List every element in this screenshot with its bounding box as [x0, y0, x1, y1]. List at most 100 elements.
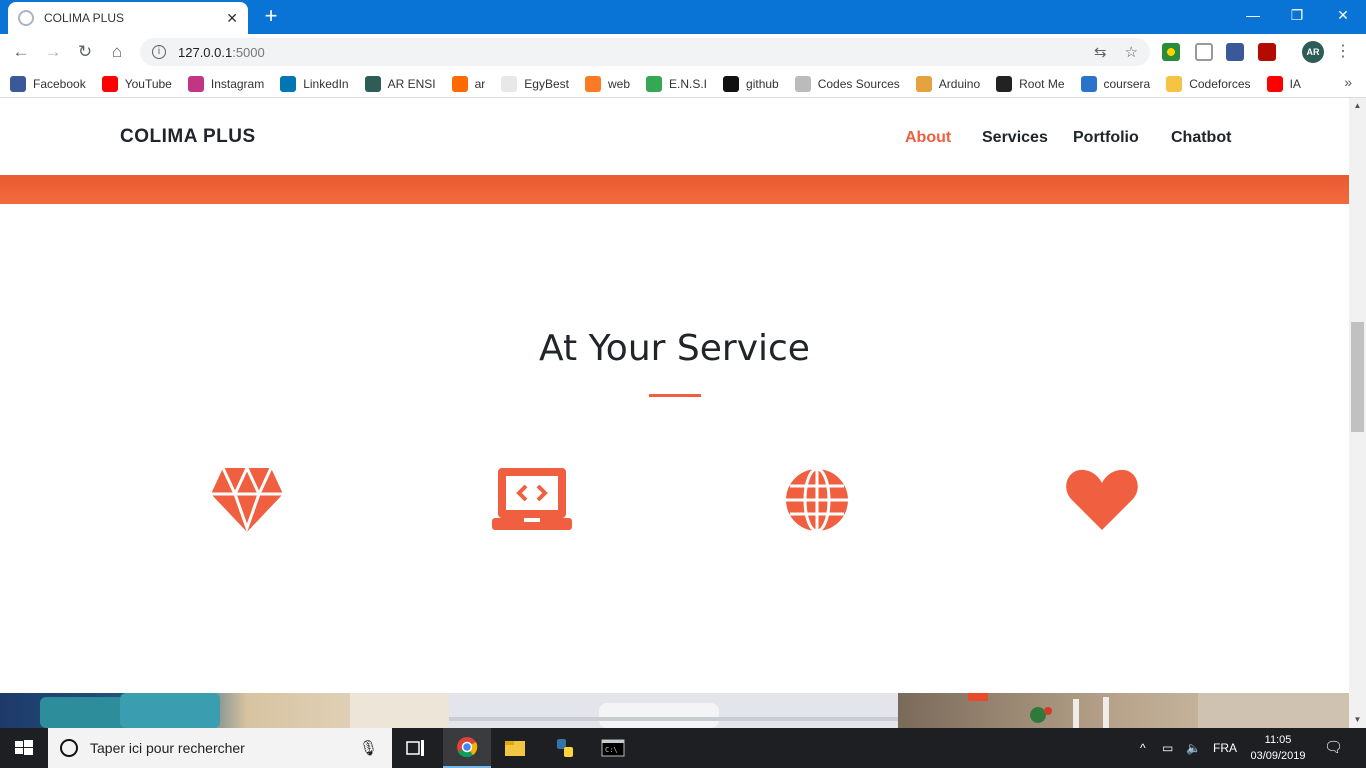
- scrollbar-thumb[interactable]: [1351, 322, 1364, 432]
- drive-icon: [646, 75, 662, 92]
- diamond-icon: [211, 466, 283, 533]
- bookmark-label: LinkedIn: [303, 76, 349, 91]
- bookmark-label: E.N.S.I: [669, 76, 708, 91]
- bookmark-label: Instagram: [210, 76, 265, 91]
- bookmark-item[interactable]: Arduino: [915, 75, 980, 92]
- extension-grid-icon[interactable]: [1195, 43, 1213, 61]
- youtube-icon: [1266, 75, 1283, 92]
- windows-start-icon[interactable]: [0, 728, 48, 768]
- translate-icon[interactable]: ⇆: [1094, 43, 1107, 61]
- home-icon[interactable]: ⌂: [105, 40, 129, 64]
- section-title: At Your Service: [539, 328, 810, 369]
- page-viewport: COLIMA PLUS About Services Portfolio Cha…: [0, 98, 1349, 728]
- restore-button[interactable]: ❐: [1274, 0, 1320, 30]
- taskbar-clock[interactable]: 11:05 03/09/2019: [1246, 732, 1310, 764]
- bookmark-item[interactable]: LinkedIn: [280, 75, 349, 92]
- taskbar-search-box[interactable]: Taper ici pour rechercher 🎙: [48, 728, 392, 768]
- bookmark-label: YouTube: [124, 76, 172, 91]
- more-bookmarks-icon[interactable]: »: [1344, 74, 1352, 90]
- nav-portfolio[interactable]: Portfolio: [1073, 129, 1139, 147]
- codes-sources-icon: [794, 75, 811, 92]
- bookmark-label: Root Me: [1019, 76, 1065, 91]
- address-bar[interactable]: i 127.0.0.1:5000 ⇆ ☆: [140, 38, 1150, 66]
- bookmarks-bar: Facebook YouTube Instagram LinkedIn AR ENSI a…: [0, 70, 1366, 98]
- bookmark-label: Codeforces: [1189, 76, 1251, 91]
- search-placeholder: Taper ici pour rechercher: [90, 740, 245, 756]
- bookmark-item[interactable]: EgyBest: [501, 75, 569, 92]
- bookmark-star-icon[interactable]: ☆: [1125, 43, 1138, 61]
- portfolio-image-2[interactable]: [449, 693, 898, 728]
- browser-menu-icon[interactable]: ⋮: [1335, 40, 1351, 64]
- bookmark-label: EgyBest: [524, 76, 569, 91]
- bookmark-item[interactable]: AR ENSI: [364, 75, 436, 92]
- language-indicator[interactable]: FRA: [1213, 728, 1237, 768]
- bookmark-item[interactable]: YouTube: [101, 75, 172, 92]
- task-view-icon[interactable]: [392, 728, 440, 768]
- extension-globe-icon[interactable]: [1162, 43, 1180, 61]
- laptop-code-icon: [492, 468, 572, 530]
- site-info-icon[interactable]: i: [152, 45, 166, 59]
- dining-table-image: [968, 693, 1349, 728]
- egybest-icon: [501, 75, 518, 92]
- site-brand[interactable]: COLIMA PLUS: [120, 126, 256, 148]
- hero-bottom-band: [0, 175, 1349, 204]
- clock-date: 03/09/2019: [1250, 750, 1306, 762]
- title-divider: [649, 394, 701, 397]
- github-icon: [723, 75, 740, 92]
- minimize-button[interactable]: —: [1230, 0, 1276, 30]
- url-text[interactable]: 127.0.0.1:5000: [178, 45, 1076, 60]
- heart-icon: [1066, 469, 1138, 530]
- notifications-icon[interactable]: 🗨: [1324, 728, 1343, 768]
- extension-pdf-icon[interactable]: [1258, 43, 1276, 61]
- bookmark-label: web: [607, 76, 630, 91]
- pillows-image: [40, 693, 449, 728]
- file-explorer-icon[interactable]: [491, 728, 539, 768]
- close-window-button[interactable]: ✕: [1320, 0, 1366, 30]
- battery-icon[interactable]: ▭: [1162, 728, 1173, 768]
- bookmark-item[interactable]: ar: [451, 75, 485, 92]
- bookmark-item[interactable]: Root Me: [996, 75, 1065, 92]
- tab-close-icon[interactable]: ✕: [226, 10, 238, 27]
- bookmark-item[interactable]: Codes Sources: [794, 75, 900, 92]
- chrome-icon[interactable]: [443, 728, 491, 768]
- cortana-icon[interactable]: [60, 739, 78, 757]
- xampp-icon: [584, 75, 601, 92]
- bookmark-item[interactable]: coursera: [1080, 75, 1150, 92]
- nav-chatbot[interactable]: Chatbot: [1171, 129, 1231, 147]
- nav-services[interactable]: Services: [982, 129, 1048, 147]
- youtube-icon: [101, 75, 118, 92]
- portfolio-image-1[interactable]: [0, 693, 449, 728]
- bookmark-item[interactable]: Facebook: [10, 75, 86, 92]
- forward-arrow-icon[interactable]: →: [41, 40, 65, 64]
- browser-tab[interactable]: COLIMA PLUS ✕: [8, 2, 248, 34]
- codeforces-icon: [1166, 75, 1183, 92]
- browser-titlebar: COLIMA PLUS ✕ + — ❐ ✕: [0, 0, 1366, 34]
- reload-icon[interactable]: ↻: [73, 40, 97, 64]
- bookmark-label: AR ENSI: [387, 76, 436, 91]
- bookmark-item[interactable]: web: [584, 75, 630, 92]
- python-icon[interactable]: [541, 728, 589, 768]
- terminal-icon[interactable]: C:\: [589, 728, 637, 768]
- scroll-up-arrow-icon[interactable]: ▲: [1351, 100, 1364, 112]
- bookmark-item[interactable]: Codeforces: [1166, 75, 1251, 92]
- scroll-down-arrow-icon[interactable]: ▼: [1351, 714, 1364, 726]
- profile-avatar[interactable]: AR: [1302, 41, 1324, 63]
- tab-title: COLIMA PLUS: [44, 11, 125, 25]
- bookmark-item[interactable]: E.N.S.I: [646, 75, 708, 92]
- bookmark-label: github: [746, 76, 779, 91]
- nav-about[interactable]: About: [905, 129, 951, 147]
- new-tab-button[interactable]: +: [260, 4, 282, 28]
- extension-facebook-icon[interactable]: [1226, 43, 1244, 61]
- ar-ensi-icon: [364, 75, 381, 92]
- clock-time: 11:05: [1264, 734, 1292, 746]
- bookmark-item[interactable]: IA: [1266, 75, 1301, 92]
- bookmark-item[interactable]: github: [723, 75, 779, 92]
- bookmark-item[interactable]: Instagram: [187, 75, 265, 92]
- bookmark-label: IA: [1289, 76, 1301, 91]
- volume-icon[interactable]: 🔈: [1186, 728, 1201, 768]
- portfolio-image-3[interactable]: [898, 693, 1349, 728]
- show-hidden-icons-icon[interactable]: ^: [1140, 728, 1146, 768]
- microphone-icon[interactable]: 🎙: [359, 739, 378, 757]
- back-arrow-icon[interactable]: ←: [9, 40, 33, 64]
- bookmark-label: Codes Sources: [817, 76, 900, 91]
